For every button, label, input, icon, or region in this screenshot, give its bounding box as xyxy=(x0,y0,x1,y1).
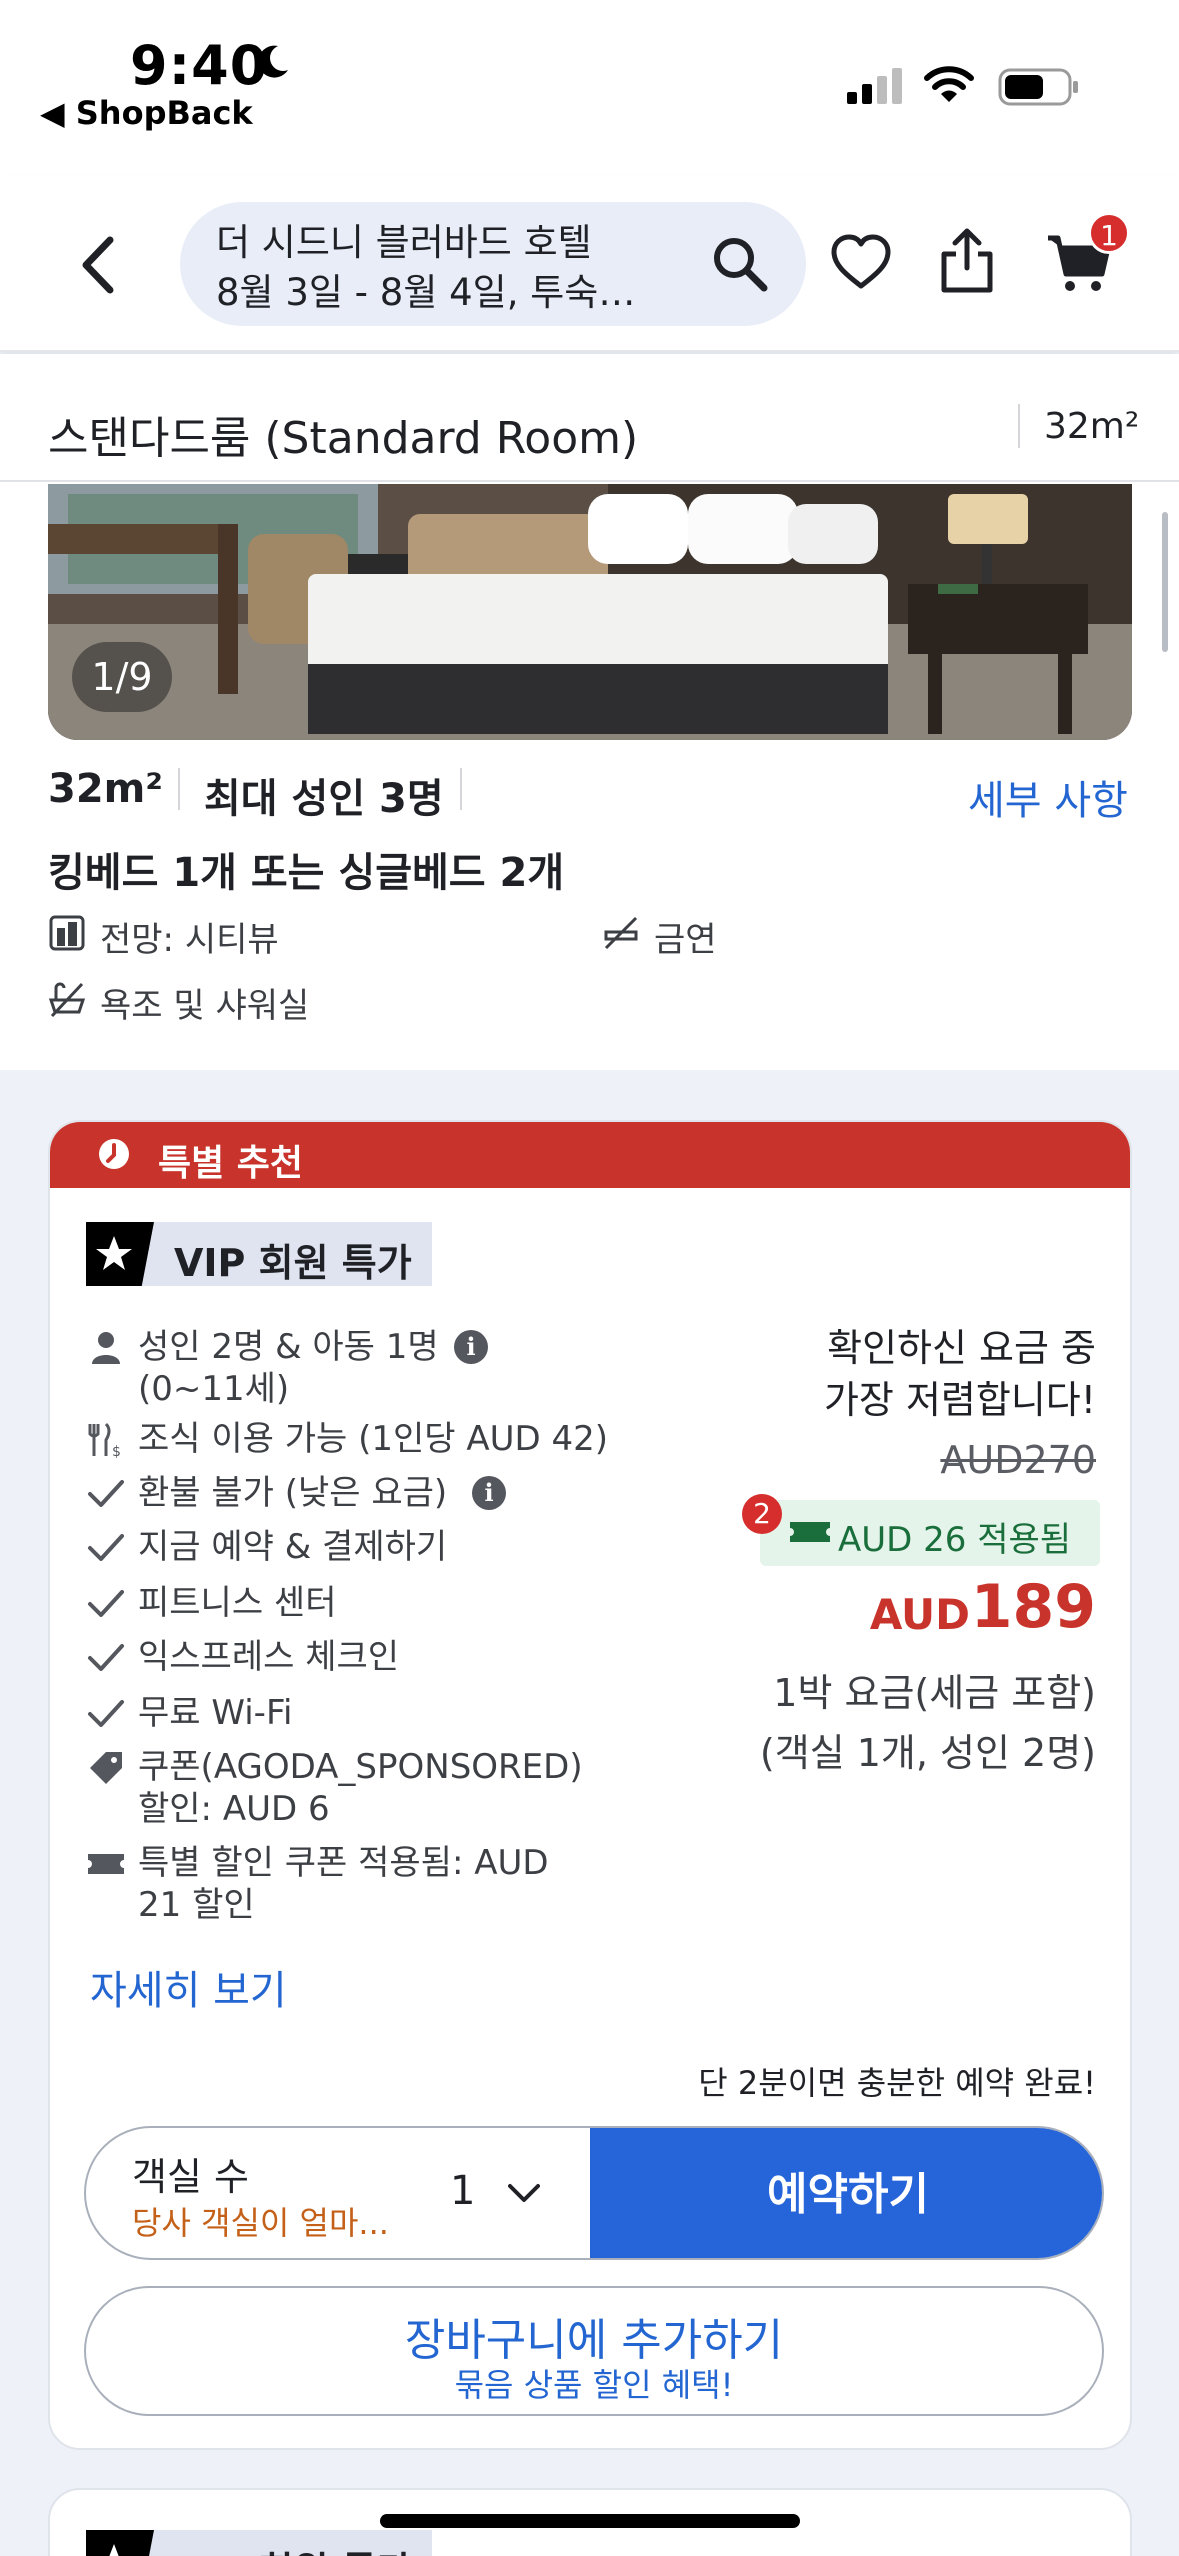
status-time: 9:40 xyxy=(130,34,269,97)
perk-coupon-amount: 할인: AUD 6 xyxy=(138,1789,330,1829)
status-bar: 9:40 ◀ ShopBack xyxy=(0,0,1179,176)
special-recommendation-banner: 특별 추천 xyxy=(50,1122,1130,1188)
vip-label: VIP 회원 특가 xyxy=(174,2540,412,2556)
perk-guests-age: (0~11세) xyxy=(138,1369,290,1409)
details-link[interactable]: 세부 사항 xyxy=(968,768,1128,826)
coupon-applied-text: AUD 26 적용됨 xyxy=(838,1520,1072,1560)
room-size: 32m² xyxy=(48,766,163,812)
cheapest-note: 확인하신 요금 중 가장 저렴합니다! xyxy=(824,1322,1096,1426)
person-icon xyxy=(92,1332,120,1364)
photo-counter: 1/9 xyxy=(72,642,172,712)
star-icon xyxy=(86,1222,154,1286)
svg-text:$: $ xyxy=(112,1444,121,1460)
star-icon xyxy=(86,2530,154,2556)
ticket-icon xyxy=(790,1522,830,1542)
feature-bath: 욕조 및 샤워실 xyxy=(100,986,310,1026)
max-occupancy: 최대 성인 3명 xyxy=(204,776,444,822)
coupon-applied-tag: AUD 26 적용됨 xyxy=(760,1500,1100,1566)
back-to-app-link[interactable]: ◀ ShopBack xyxy=(40,94,253,132)
bundle-discount-note: 묶음 상품 할인 혜택! xyxy=(454,2366,734,2404)
cellular-signal-icon xyxy=(847,68,902,104)
feature-view: 전망: 시티뷰 xyxy=(100,920,279,960)
vip-deal-badge: VIP 회원 특가 xyxy=(86,2530,432,2556)
perk-express-checkin: 익스프레스 체크인 xyxy=(138,1637,400,1677)
breakfast-icon: $ xyxy=(88,1422,121,1460)
city-view-icon xyxy=(49,915,85,951)
divider xyxy=(0,480,1179,482)
moon-icon xyxy=(258,45,288,78)
cart-count-badge: 1 xyxy=(1088,212,1130,254)
rate-offer-card: 특별 추천 VIP 회원 특가 성인 2명 & 아동 1명 i (0~11세) … xyxy=(48,1120,1132,2450)
perk-special-coupon-amount: 21 할인 xyxy=(138,1885,255,1925)
add-to-cart-label: 장바구니에 추가하기 xyxy=(404,2315,784,2366)
room-title: 스탠다드룸 (Standard Room) xyxy=(48,413,639,464)
room-photo-carousel[interactable]: 1/9 xyxy=(48,484,1132,740)
search-hotel-name: 더 시드니 블러바드 호텔 xyxy=(216,221,592,264)
divider xyxy=(1018,404,1020,448)
price-currency: AUD xyxy=(869,1590,970,1639)
perk-guests: 성인 2명 & 아동 1명 xyxy=(138,1327,439,1367)
check-icon xyxy=(88,1534,124,1561)
check-icon xyxy=(88,1590,124,1617)
perk-special-coupon: 특별 할인 쿠폰 적용됨: AUD xyxy=(138,1843,549,1883)
perk-nonrefundable: 환불 불가 (낮은 요금) xyxy=(138,1473,448,1513)
room-section: 스탠다드룸 (Standard Room) 32m² 1/9 32m² 최대 성… xyxy=(0,354,1179,1070)
coupon-count-badge: 2 xyxy=(742,1494,782,1534)
check-icon xyxy=(88,1700,124,1727)
price-amount: 189 xyxy=(970,1572,1096,1642)
original-price: AUD270 xyxy=(940,1438,1096,1482)
bathtub-icon xyxy=(48,982,86,1018)
no-smoking-icon xyxy=(604,916,638,950)
search-icon[interactable] xyxy=(710,234,770,294)
tag-icon xyxy=(90,1752,122,1784)
back-arrow-icon[interactable] xyxy=(70,230,130,300)
back-app-label: ShopBack xyxy=(75,94,253,132)
info-icon[interactable]: i xyxy=(472,1476,506,1510)
cheapest-note-line1: 확인하신 요금 중 xyxy=(827,1326,1096,1370)
battery-icon xyxy=(998,68,1078,106)
booking-bar: 객실 수 당사 객실이 얼마... 1 예약하기 xyxy=(84,2126,1104,2260)
rooms-availability-note: 당사 객실이 얼마... xyxy=(132,2204,389,2242)
room-photo xyxy=(48,484,1132,740)
book-button[interactable]: 예약하기 xyxy=(590,2128,1102,2258)
top-header: 더 시드니 블러바드 호텔 8월 3일 - 8월 4일, 투숙… 1 xyxy=(0,176,1179,352)
info-icon[interactable]: i xyxy=(454,1330,488,1364)
see-more-link[interactable]: 자세히 보기 xyxy=(90,1958,287,2016)
banner-label: 특별 추천 xyxy=(158,1143,304,1184)
heart-icon[interactable] xyxy=(830,232,892,294)
bed-type: 킹베드 1개 또는 싱글베드 2개 xyxy=(48,850,565,896)
price-per-night-note: 1박 요금(세금 포함) xyxy=(773,1671,1096,1715)
room-size-header: 32m² xyxy=(1044,406,1140,447)
divider xyxy=(460,768,462,810)
rooms-label: 객실 수 xyxy=(132,2155,249,2199)
clock-icon xyxy=(99,1139,129,1169)
home-indicator[interactable] xyxy=(380,2514,800,2528)
quick-booking-note: 단 2분이면 충분한 예약 완료! xyxy=(698,2064,1096,2102)
check-icon xyxy=(88,1644,124,1671)
search-summary-bar[interactable]: 더 시드니 블러바드 호텔 8월 3일 - 8월 4일, 투숙… xyxy=(180,202,806,326)
rooms-quantity-value: 1 xyxy=(450,2168,476,2214)
vip-label: VIP 회원 특가 xyxy=(174,1241,412,1285)
ticket-icon xyxy=(88,1854,124,1874)
wifi-icon xyxy=(924,66,974,102)
search-dates-guests: 8월 3일 - 8월 4일, 투숙… xyxy=(216,271,636,314)
cheapest-note-line2: 가장 저렴합니다! xyxy=(823,1378,1096,1422)
perk-wifi: 무료 Wi-Fi xyxy=(138,1693,293,1733)
chevron-down-icon xyxy=(508,2184,540,2202)
feature-nonsmoking: 금연 xyxy=(654,920,717,960)
perk-pay-now: 지금 예약 & 결제하기 xyxy=(138,1527,448,1567)
perk-breakfast: 조식 이용 가능 (1인당 AUD 42) xyxy=(138,1419,609,1459)
perk-coupon: 쿠폰(AGODA_SPONSORED) xyxy=(138,1747,583,1787)
share-icon[interactable] xyxy=(938,226,996,296)
scrollbar-thumb[interactable] xyxy=(1162,512,1168,652)
perk-fitness: 피트니스 센터 xyxy=(138,1583,337,1623)
check-icon xyxy=(88,1480,124,1507)
divider xyxy=(178,768,180,810)
rooms-quantity-select[interactable]: 1 xyxy=(436,2128,590,2258)
price-occupancy-note: (객실 1개, 성인 2명) xyxy=(759,1731,1096,1775)
add-to-cart-button[interactable]: 장바구니에 추가하기 묶음 상품 할인 혜택! xyxy=(84,2286,1104,2416)
vip-deal-badge: VIP 회원 특가 xyxy=(86,1222,432,1286)
